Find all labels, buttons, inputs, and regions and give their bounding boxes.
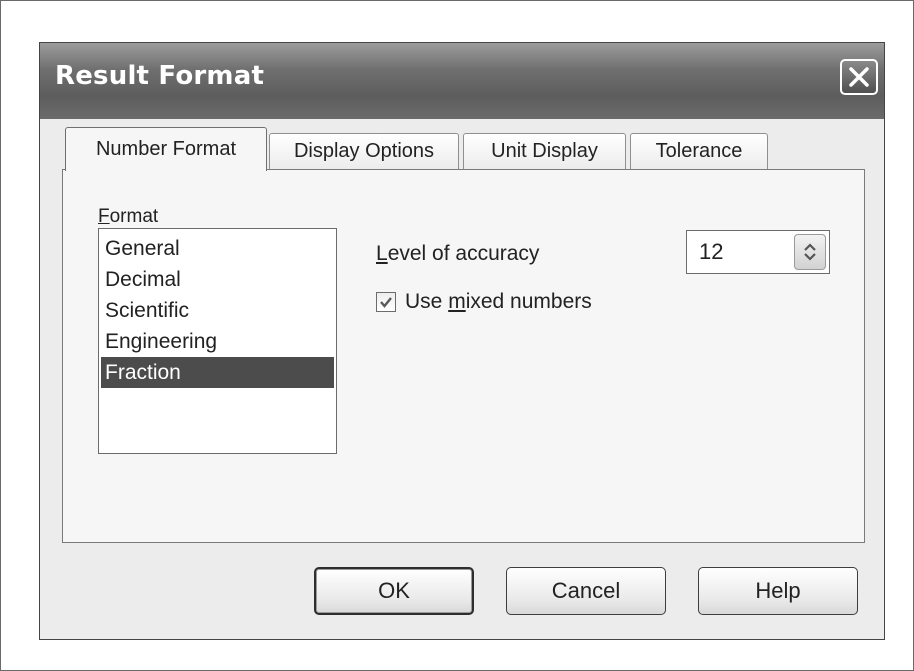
spin-buttons[interactable] bbox=[794, 234, 826, 270]
tab-tolerance-label: Tolerance bbox=[655, 140, 743, 162]
mixed-numbers-checkbox[interactable] bbox=[376, 292, 396, 312]
mixed-label-after: ixed numbers bbox=[465, 290, 592, 313]
close-button[interactable] bbox=[840, 59, 878, 95]
mixed-numbers-option[interactable]: Use mixed numbers bbox=[376, 290, 592, 314]
mixed-numbers-label: Use mixed numbers bbox=[405, 290, 592, 314]
close-icon bbox=[849, 67, 869, 87]
list-item-general[interactable]: General bbox=[101, 233, 334, 264]
list-item-fraction[interactable]: Fraction bbox=[101, 357, 334, 388]
list-item-decimal[interactable]: Decimal bbox=[101, 264, 334, 295]
cancel-button[interactable]: Cancel bbox=[506, 567, 666, 615]
accuracy-spinner[interactable]: 12 bbox=[686, 230, 830, 274]
title-bar[interactable]: Result Format bbox=[40, 43, 884, 119]
mixed-label-mnemonic: m bbox=[448, 290, 466, 313]
checkmark-icon bbox=[380, 297, 392, 308]
list-item-scientific[interactable]: Scientific bbox=[101, 295, 334, 326]
tab-display-options[interactable]: Display Options bbox=[269, 133, 459, 169]
format-label: Format bbox=[98, 206, 158, 228]
tab-display-options-label: Display Options bbox=[293, 140, 435, 162]
help-button[interactable]: Help bbox=[698, 567, 858, 615]
tab-number-format-label: Number Format bbox=[95, 138, 237, 160]
list-item-engineering[interactable]: Engineering bbox=[101, 326, 334, 357]
tab-unit-display-label: Unit Display bbox=[491, 140, 598, 162]
help-button-label: Help bbox=[755, 578, 801, 603]
spin-up-icon[interactable] bbox=[803, 242, 817, 252]
format-listbox[interactable]: General Decimal Scientific Engineering F… bbox=[98, 228, 337, 454]
accuracy-label-rest: evel of accuracy bbox=[387, 242, 540, 265]
spin-down-icon[interactable] bbox=[803, 252, 817, 262]
cancel-button-label: Cancel bbox=[551, 578, 621, 603]
dialog-title: Result Format bbox=[55, 61, 265, 91]
result-format-dialog: Result Format Number Format Display Opti… bbox=[39, 42, 885, 640]
number-format-panel: Format General Decimal Scientific Engine… bbox=[62, 169, 865, 543]
mixed-label-before: Use bbox=[405, 290, 449, 313]
tab-tolerance[interactable]: Tolerance bbox=[630, 133, 768, 169]
accuracy-value[interactable]: 12 bbox=[699, 239, 723, 265]
ok-button[interactable]: OK bbox=[314, 567, 474, 615]
format-label-mnemonic: F bbox=[98, 206, 110, 227]
dialog-client-area: Number Format Display Options Unit Displ… bbox=[40, 119, 884, 639]
tab-unit-display[interactable]: Unit Display bbox=[463, 133, 626, 169]
tab-number-format[interactable]: Number Format bbox=[65, 127, 267, 171]
accuracy-label: Level of accuracy bbox=[376, 242, 539, 266]
ok-button-label: OK bbox=[378, 578, 410, 603]
format-label-rest: ormat bbox=[109, 206, 159, 227]
accuracy-label-mnemonic: L bbox=[376, 242, 388, 265]
